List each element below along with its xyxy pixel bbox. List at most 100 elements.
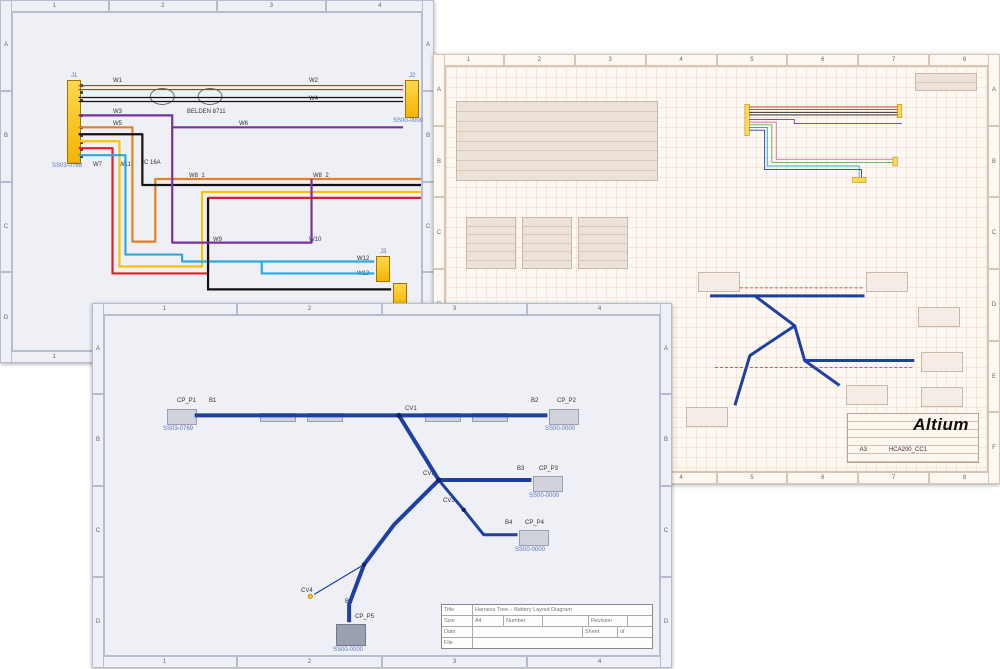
connector-j2[interactable] (405, 80, 419, 118)
wire-label: W1 (113, 78, 122, 84)
wire-label: W9 (213, 237, 222, 243)
connector-callout (686, 407, 728, 427)
wire-label: W13 (357, 271, 369, 277)
connector-label: CP_P1 (177, 398, 196, 404)
title-block-label: File (442, 638, 473, 648)
frame-col-label: 3 (382, 656, 527, 668)
frame-col-label: 6 (787, 54, 858, 66)
bundle-clip (260, 413, 296, 422)
frame-row-label: C (92, 486, 104, 577)
title-block-label: Sheet (583, 627, 618, 637)
connector-part-label: SS00-0000 (545, 426, 575, 432)
bundle-clip (307, 413, 343, 422)
connector-j1[interactable] (67, 80, 81, 164)
drawing-canvas[interactable]: CP_P1 SS03-0769 CP_P2 SS00-0000 CP_P3 SS… (104, 315, 660, 656)
bom-table (456, 101, 658, 181)
frame-row-label: B (988, 126, 1000, 198)
connector-part-label: SS00-0000 (529, 493, 559, 499)
connector-label: J1 (71, 73, 77, 79)
connector-part-label: SS03-0769 (52, 163, 82, 169)
frame-row-label: B (433, 126, 445, 198)
frame-row-label: D (660, 577, 672, 668)
harness-connector-box[interactable] (533, 476, 563, 492)
frame-row-label: B (660, 394, 672, 485)
frame-border-bottom: 1 2 3 4 (92, 656, 672, 668)
connector-label: J3 (380, 249, 386, 255)
pin (80, 148, 83, 151)
pin (80, 114, 83, 117)
frame-col-label: 1 (92, 303, 237, 315)
frame-col-label: 5 (717, 54, 788, 66)
cable-table (466, 217, 516, 269)
connector-label: J2 (409, 73, 415, 79)
cable-table (522, 217, 572, 269)
pin (80, 84, 83, 87)
frame-col-label: 2 (237, 656, 382, 668)
node-label: CV4 (301, 588, 313, 594)
frame-col-label: 2 (109, 0, 218, 12)
harness-connector-box[interactable] (336, 624, 366, 646)
frame-border-top: 1 2 3 4 (0, 0, 434, 12)
wire-label: W8_1 (189, 173, 205, 179)
title-block: Title Harness Tree – Battery Layout Diag… (441, 604, 653, 649)
connector-part-label: SS00-0000 (515, 547, 545, 553)
title-block-value (628, 616, 652, 626)
revision-block (915, 73, 977, 91)
frame-border-left: A B C D (0, 0, 12, 363)
frame-col-label: 7 (858, 54, 929, 66)
frame-row-label: D (0, 272, 12, 363)
bundle-label: B5 (345, 599, 352, 605)
harness-connector-box[interactable] (519, 530, 549, 546)
pin (80, 99, 83, 102)
frame-col-label: 4 (527, 656, 672, 668)
title-block-label: Size (442, 616, 473, 626)
frame-col-label: 2 (504, 54, 575, 66)
connector-callout (921, 387, 963, 407)
frame-row-label: B (0, 91, 12, 182)
frame-row-label: C (433, 197, 445, 269)
bundle-label: B3 (517, 466, 524, 472)
title-block-value (473, 638, 652, 648)
wiring-overlay (13, 13, 421, 350)
bundle-label: B4 (505, 520, 512, 526)
harness-connector-box[interactable] (549, 409, 579, 425)
pin (80, 155, 83, 158)
wire-label: W10 (309, 237, 321, 243)
title-block-label: Title (442, 605, 473, 615)
drawing-canvas[interactable]: J1 SS03-0769 J2 SS00-0000 J3 SS01-0000 W… (12, 12, 422, 351)
frame-col-label: 4 (527, 303, 672, 315)
frame-row-label: A (433, 54, 445, 126)
node-label: CV2 (423, 471, 435, 477)
cable-table (578, 217, 628, 269)
frame-border-right: A B C D E F (988, 54, 1000, 484)
connector-part-label: SS03-0769 (163, 426, 193, 432)
frame-row-label: C (0, 182, 12, 273)
node-label: CV3 (443, 498, 455, 504)
frame-row-label: A (660, 303, 672, 394)
drawing-name: HCA200_CC1 (889, 447, 927, 453)
coil-label: BELDEN 8711 (187, 109, 226, 115)
title-block-value (543, 616, 589, 626)
schematic-sheet-harness-tree: 1 2 3 4 1 2 3 4 A B C D A B C D (92, 303, 672, 668)
frame-col-label: 5 (717, 472, 788, 484)
wire-label: W11 (119, 162, 131, 168)
title-block-value: of (618, 627, 652, 637)
connector-label: CP_P5 (355, 614, 374, 620)
frame-row-label: D (988, 269, 1000, 341)
alt-label: JC 16A (141, 160, 161, 166)
node-label: CV1 (405, 406, 417, 412)
frame-col-label: 3 (217, 0, 326, 12)
frame-col-label: 4 (326, 0, 435, 12)
bundle-clip (472, 413, 508, 422)
wire-label: W7 (93, 162, 102, 168)
frame-row-label: D (92, 577, 104, 668)
bundle-label: B2 (531, 398, 538, 404)
connector-j3[interactable] (376, 256, 390, 282)
frame-border-top: 1 2 3 4 (92, 303, 672, 315)
harness-connector-box[interactable] (167, 409, 197, 425)
title-block-value (473, 627, 583, 637)
connector-label: CP_P2 (557, 398, 576, 404)
connector-part-label: SS00-0000 (333, 647, 363, 653)
frame-row-label: B (92, 394, 104, 485)
wire-label: W2 (309, 78, 318, 84)
